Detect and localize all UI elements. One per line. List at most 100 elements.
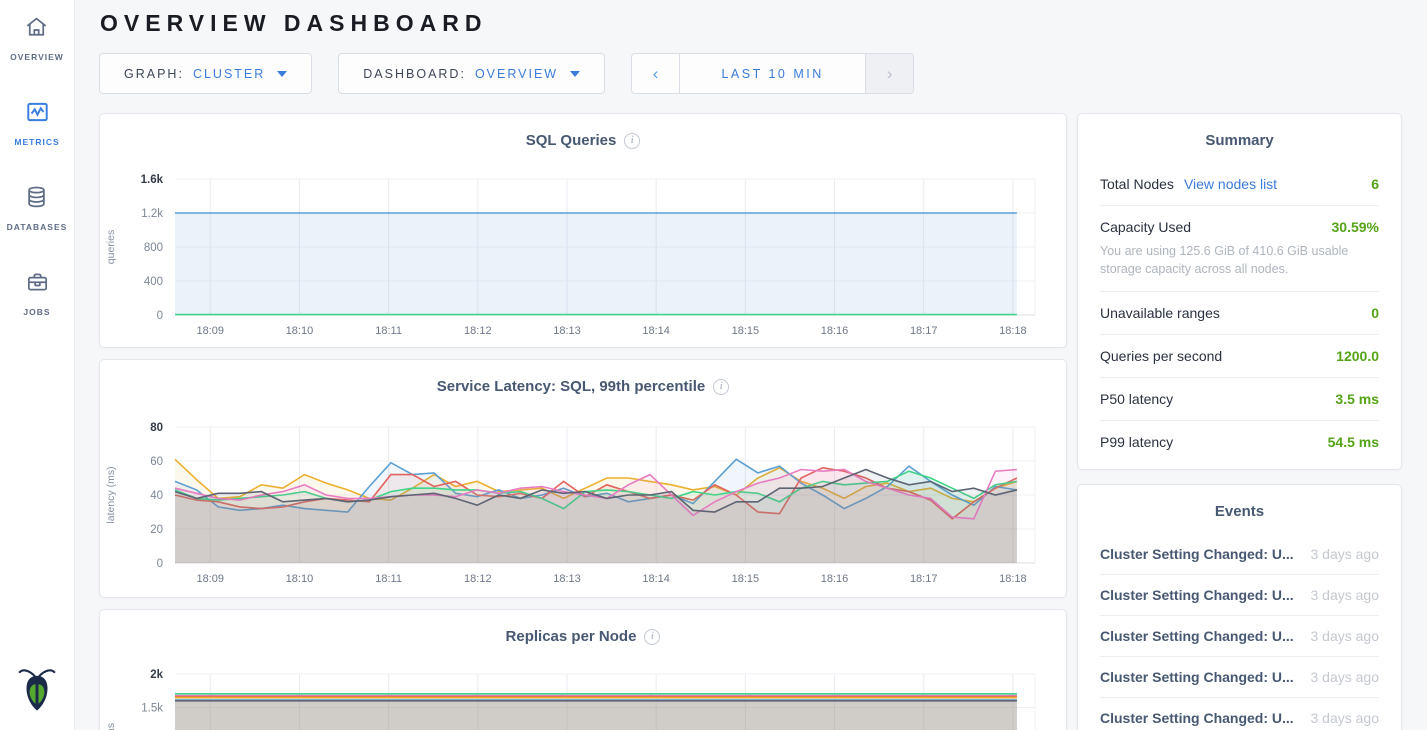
sidebar-item-jobs[interactable]: JOBS bbox=[23, 269, 50, 317]
controls-bar: GRAPH: CLUSTER DASHBOARD: OVERVIEW ‹ LAS… bbox=[99, 53, 1402, 94]
sidebar: OVERVIEW METRICS DATABASES bbox=[0, 0, 75, 730]
main-content: OVERVIEW DASHBOARD GRAPH: CLUSTER DASHBO… bbox=[75, 0, 1427, 730]
svg-text:18:09: 18:09 bbox=[196, 573, 224, 585]
event-row[interactable]: Cluster Setting Changed: U...3 days ago bbox=[1100, 575, 1379, 616]
svg-text:18:14: 18:14 bbox=[642, 325, 670, 337]
summary-row-label: Unavailable ranges bbox=[1100, 305, 1220, 321]
chevron-right-icon: › bbox=[887, 65, 893, 82]
svg-text:18:13: 18:13 bbox=[553, 325, 581, 337]
sidebar-item-overview[interactable]: OVERVIEW bbox=[10, 14, 64, 62]
event-time: 3 days ago bbox=[1311, 628, 1380, 644]
svg-text:replicas: replicas bbox=[105, 723, 117, 730]
chart-title: SQL Queries bbox=[526, 131, 617, 151]
graph-dropdown[interactable]: GRAPH: CLUSTER bbox=[99, 53, 312, 94]
summary-row-label: Queries per second bbox=[1100, 348, 1222, 364]
info-icon[interactable] bbox=[644, 629, 660, 645]
chart-card-service-latency: Service Latency: SQL, 99th percentile 18… bbox=[99, 359, 1067, 598]
chart-card-sql-queries: SQL Queries 18:0918:1018:1118:1218:1318:… bbox=[99, 113, 1067, 348]
svg-text:1.2k: 1.2k bbox=[141, 208, 163, 220]
summary-row: P99 latency54.5 ms bbox=[1100, 421, 1379, 463]
svg-text:2k: 2k bbox=[150, 669, 163, 681]
summary-row-label: Capacity Used bbox=[1100, 219, 1191, 235]
summary-row: Unavailable ranges 0 bbox=[1100, 292, 1379, 335]
chart-title: Replicas per Node bbox=[506, 627, 637, 647]
svg-text:0: 0 bbox=[157, 558, 163, 570]
event-text: Cluster Setting Changed: U... bbox=[1100, 587, 1294, 603]
svg-text:40: 40 bbox=[150, 490, 163, 502]
dashboard-dropdown-value: OVERVIEW bbox=[475, 67, 558, 81]
service-latency-chart[interactable]: 18:0918:1018:1118:1218:1318:1418:1518:16… bbox=[100, 419, 1060, 593]
summary-row-note: You are using 125.6 GiB of 410.6 GiB usa… bbox=[1100, 242, 1379, 278]
chart-title: Service Latency: SQL, 99th percentile bbox=[437, 377, 705, 397]
home-icon bbox=[23, 14, 50, 45]
svg-text:18:10: 18:10 bbox=[286, 573, 314, 585]
svg-text:60: 60 bbox=[150, 456, 163, 468]
sidebar-label-jobs: JOBS bbox=[23, 307, 50, 317]
svg-text:18:17: 18:17 bbox=[910, 573, 938, 585]
event-text: Cluster Setting Changed: U... bbox=[1100, 710, 1294, 726]
summary-row-value: 0 bbox=[1371, 305, 1379, 321]
graph-dropdown-value: CLUSTER bbox=[193, 67, 265, 81]
sidebar-item-metrics[interactable]: METRICS bbox=[14, 99, 59, 147]
view-nodes-list-link[interactable]: View nodes list bbox=[1184, 176, 1277, 192]
svg-text:20: 20 bbox=[150, 524, 163, 536]
time-range-prev-button[interactable]: ‹ bbox=[632, 54, 680, 93]
chart-card-replicas-per-node: Replicas per Node 18:0918:1018:1118:1218… bbox=[99, 609, 1067, 730]
svg-text:18:12: 18:12 bbox=[464, 573, 492, 585]
sql-queries-chart[interactable]: 18:0918:1018:1118:1218:1318:1418:1518:16… bbox=[100, 171, 1060, 345]
summary-row-label: Total Nodes bbox=[1100, 176, 1174, 192]
summary-row-value: 1200.0 bbox=[1336, 348, 1379, 364]
summary-row-value: 6 bbox=[1371, 176, 1379, 192]
chart-title-row: Service Latency: SQL, 99th percentile bbox=[100, 360, 1066, 397]
svg-text:18:11: 18:11 bbox=[375, 325, 402, 337]
svg-text:18:13: 18:13 bbox=[553, 573, 581, 585]
summary-row-value: 3.5 ms bbox=[1335, 391, 1379, 407]
event-row[interactable]: Cluster Setting Changed: U... 3 days ago bbox=[1100, 698, 1379, 730]
svg-text:18:18: 18:18 bbox=[999, 573, 1027, 585]
event-text: Cluster Setting Changed: U... bbox=[1100, 628, 1294, 644]
svg-text:18:09: 18:09 bbox=[196, 325, 224, 337]
info-icon[interactable] bbox=[624, 133, 640, 149]
svg-text:800: 800 bbox=[144, 242, 163, 254]
svg-text:18:16: 18:16 bbox=[821, 325, 849, 337]
summary-row: P50 latency3.5 ms bbox=[1100, 378, 1379, 421]
svg-text:18:16: 18:16 bbox=[821, 573, 849, 585]
event-row[interactable]: Cluster Setting Changed: U... 3 days ago bbox=[1100, 616, 1379, 657]
svg-text:18:11: 18:11 bbox=[375, 573, 402, 585]
charts-column: SQL Queries 18:0918:1018:1118:1218:1318:… bbox=[99, 113, 1067, 730]
metrics-icon bbox=[24, 99, 51, 130]
sidebar-label-overview: OVERVIEW bbox=[10, 52, 64, 62]
svg-text:18:18: 18:18 bbox=[999, 325, 1027, 337]
event-text: Cluster Setting Changed: U... bbox=[1100, 669, 1294, 685]
summary-row-value: 30.59% bbox=[1332, 219, 1379, 235]
databases-icon bbox=[23, 184, 50, 215]
event-row[interactable]: Cluster Setting Changed: U...3 days ago bbox=[1100, 534, 1379, 575]
svg-text:18:10: 18:10 bbox=[286, 325, 314, 337]
replicas-per-node-chart[interactable]: 18:0918:1018:1118:1218:1318:1418:1518:16… bbox=[100, 666, 1060, 730]
events-title: Events bbox=[1100, 485, 1379, 534]
svg-text:1.6k: 1.6k bbox=[141, 174, 164, 186]
svg-text:0: 0 bbox=[157, 310, 163, 322]
event-time: 3 days ago bbox=[1311, 669, 1380, 685]
event-time: 3 days ago bbox=[1311, 546, 1380, 562]
sidebar-item-databases[interactable]: DATABASES bbox=[7, 184, 68, 232]
event-row[interactable]: Cluster Setting Changed: U... 3 days ago bbox=[1100, 657, 1379, 698]
time-range-value[interactable]: LAST 10 MIN bbox=[680, 54, 865, 93]
graph-dropdown-label: GRAPH: bbox=[124, 67, 184, 81]
events-panel: Events Cluster Setting Changed: U... 3 da… bbox=[1077, 484, 1402, 730]
summary-row: Capacity Used 30.59% You are using 125.6 G… bbox=[1100, 206, 1379, 292]
svg-text:18:15: 18:15 bbox=[732, 325, 760, 337]
event-time: 3 days ago bbox=[1311, 710, 1380, 726]
jobs-icon bbox=[24, 269, 51, 300]
chevron-left-icon: ‹ bbox=[653, 65, 659, 82]
time-range-picker: ‹ LAST 10 MIN › bbox=[631, 53, 914, 94]
cockroachdb-logo bbox=[16, 663, 58, 720]
chart-title-row: Replicas per Node bbox=[100, 610, 1066, 647]
sidebar-label-metrics: METRICS bbox=[14, 137, 59, 147]
svg-text:400: 400 bbox=[144, 276, 163, 288]
time-range-next-button[interactable]: › bbox=[865, 54, 913, 93]
side-column: Summary Total NodesView nodes list6Capac… bbox=[1077, 113, 1402, 730]
svg-text:18:14: 18:14 bbox=[642, 573, 670, 585]
info-icon[interactable] bbox=[713, 379, 729, 395]
dashboard-dropdown[interactable]: DASHBOARD: OVERVIEW bbox=[338, 53, 605, 94]
